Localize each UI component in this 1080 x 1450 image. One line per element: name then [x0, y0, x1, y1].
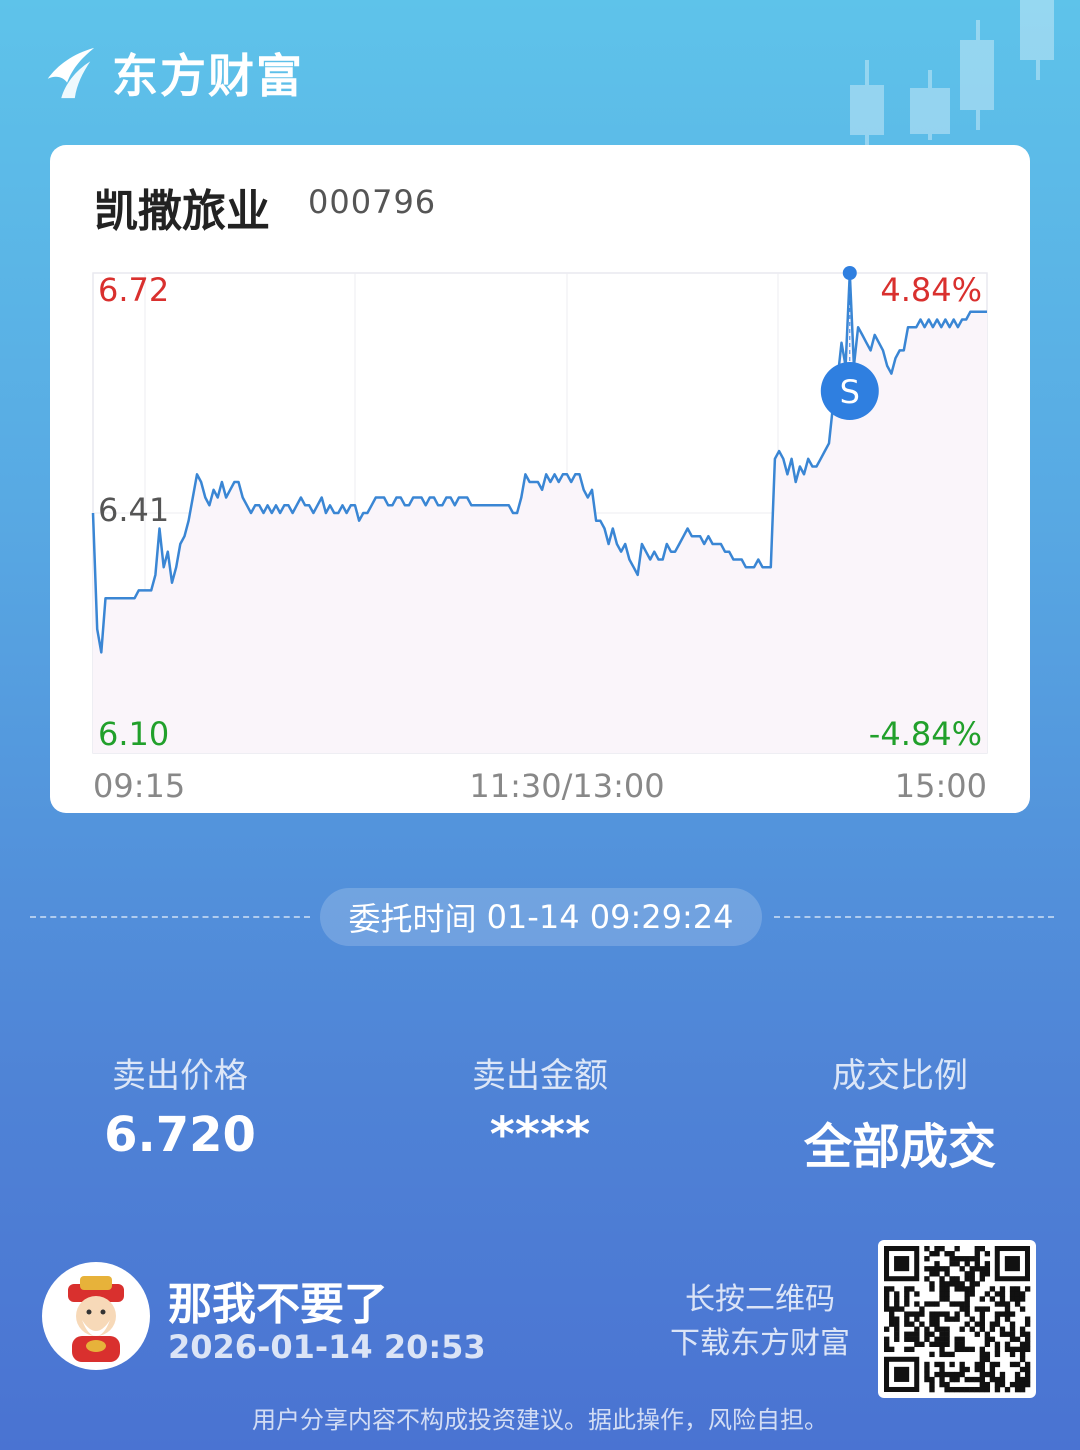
stat-sell-price: 卖出价格 6.720 [30, 1048, 330, 1163]
share-time: 2026-01-14 20:53 [168, 1328, 486, 1366]
stat-fill-ratio: 成交比例 全部成交 [750, 1048, 1050, 1177]
qr-code-icon[interactable] [878, 1240, 1036, 1398]
order-time-value: 01-14 09:29:24 [486, 898, 734, 936]
background-candles-icon [850, 0, 1054, 150]
y-bottom-label: 6.10 [98, 715, 169, 753]
x-label-noon: 11:30/13:00 [469, 767, 664, 805]
stat-value: 6.720 [104, 1107, 256, 1163]
stat-value: **** [489, 1107, 591, 1163]
y-mid-label: 6.41 [98, 491, 169, 529]
x-label-open: 09:15 [93, 767, 185, 805]
dashed-divider [774, 916, 1054, 918]
qr-hint-line2: 下载东方财富 [670, 1326, 850, 1361]
brand-name: 东方财富 [112, 49, 304, 103]
brand-header: 东方财富 [40, 40, 304, 106]
stat-label: 卖出价格 [112, 1056, 248, 1096]
stat-sell-amount: 卖出金额 **** [390, 1048, 690, 1163]
intraday-chart: S 6.72 6.41 6.10 4.84% -4.84% 09:15 11:3… [91, 266, 988, 805]
disclaimer: 用户分享内容不构成投资建议。据此操作，风险自担。 [252, 1406, 828, 1434]
y-top-label: 6.72 [98, 271, 169, 309]
stat-label: 成交比例 [832, 1056, 968, 1096]
stat-value: 全部成交 [803, 1119, 996, 1175]
x-label-close: 15:00 [895, 767, 987, 805]
user-avatar[interactable] [42, 1262, 150, 1370]
right-top-label: 4.84% [880, 271, 982, 309]
eastmoney-logo-icon [47, 47, 95, 99]
stock-chart-card[interactable]: 凯撒旅业 000796 S 6.72 6.41 6.10 4.84% -4.84… [50, 145, 1030, 813]
order-time-label: 委托时间 [348, 900, 477, 938]
sell-marker-label: S [840, 373, 860, 411]
order-time-pill: 委托时间 01-14 09:29:24 [320, 888, 762, 946]
order-time-row: 委托时间 01-14 09:29:24 [30, 888, 1054, 946]
stat-label: 卖出金额 [472, 1056, 608, 1096]
user-name: 那我不要了 [168, 1279, 388, 1330]
caishen-avatar-icon [68, 1276, 124, 1362]
qr-hint: 长按二维码 下载东方财富 [660, 1278, 860, 1366]
dashed-divider [30, 916, 310, 918]
right-bottom-label: -4.84% [869, 715, 982, 753]
qr-hint-line1: 长按二维码 [685, 1282, 835, 1317]
